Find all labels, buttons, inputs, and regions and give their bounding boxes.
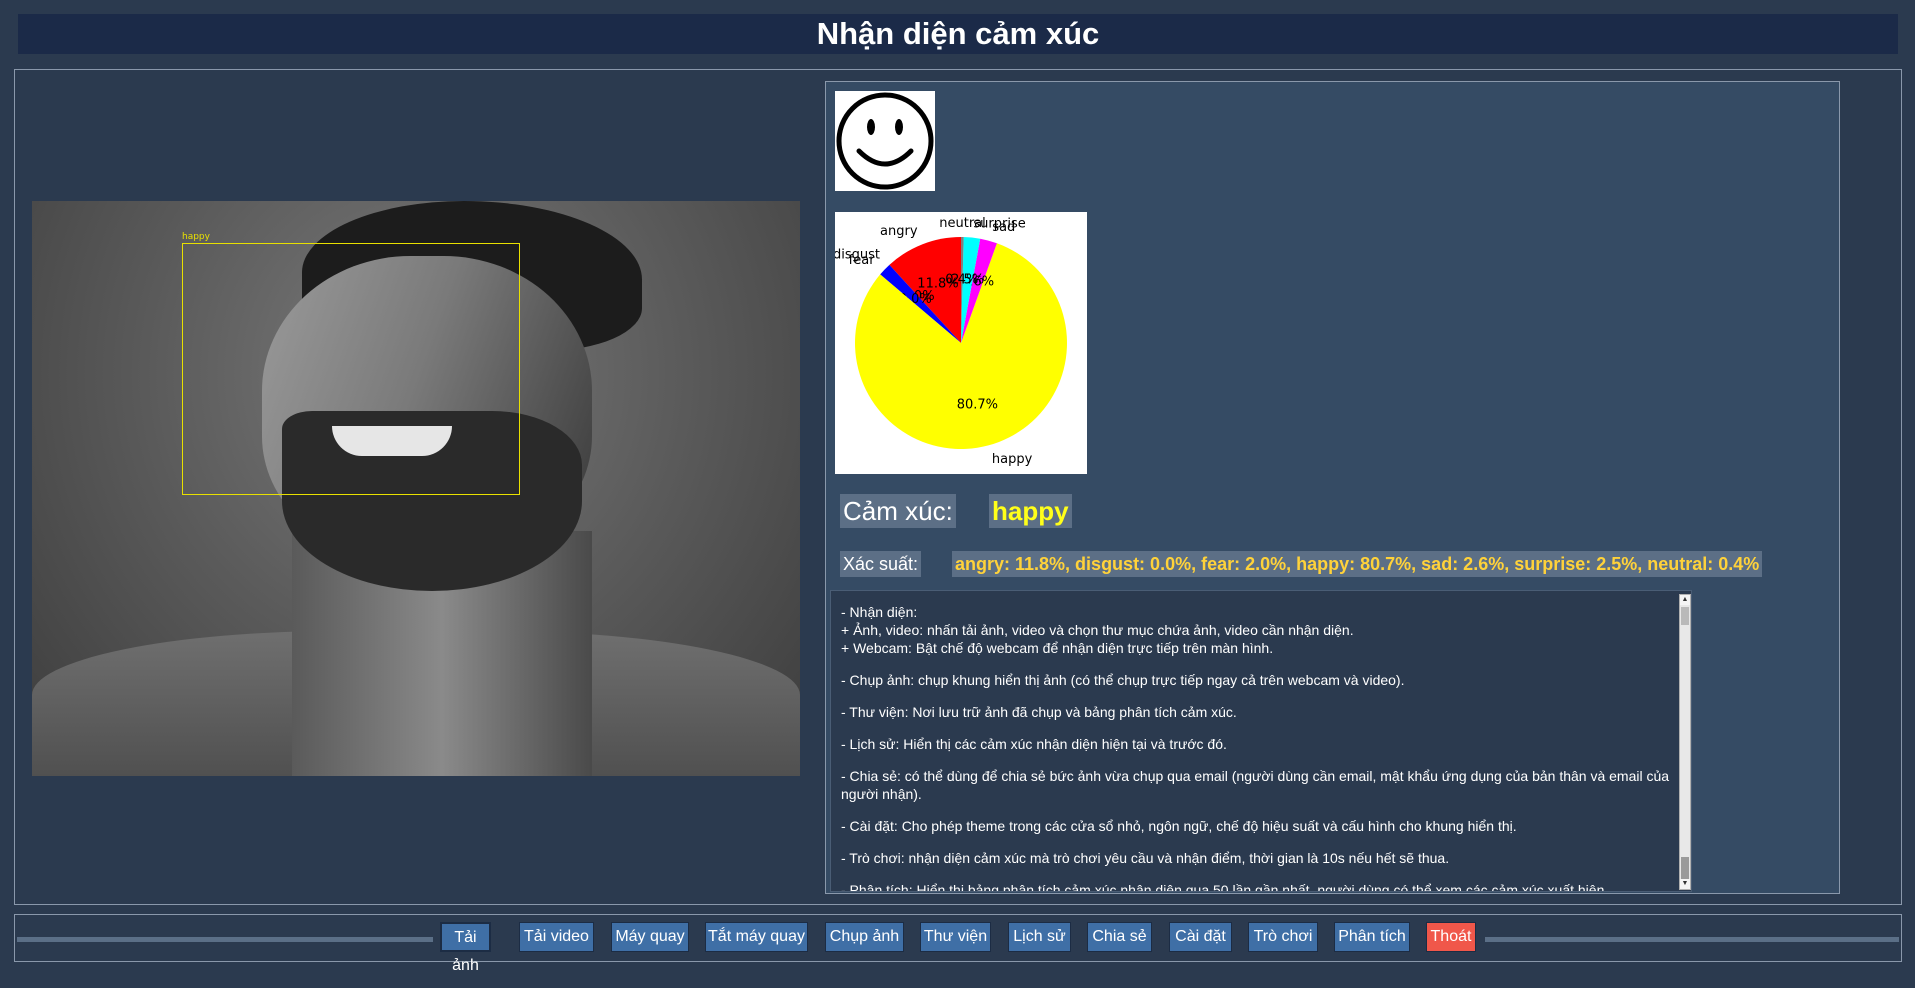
scroll-up-icon[interactable]: ▲	[1680, 595, 1690, 605]
library-button[interactable]: Thư viện	[920, 922, 991, 952]
game-button[interactable]: Trò chơi	[1248, 922, 1318, 952]
help-paragraph: - Trò chơi: nhận diện cảm xúc mà trò chơ…	[841, 850, 1450, 866]
pie-label-happy: happy	[992, 452, 1033, 467]
help-paragraph: - Lịch sử: Hiển thị các cảm xúc nhận diệ…	[841, 736, 1227, 752]
pie-label-neutral: neutral	[939, 216, 986, 231]
result-panel: angry11.8%disgust0.0%fear2.0%happy80.7%s…	[825, 81, 1840, 894]
help-paragraph: - Chia sẻ: có thể dùng để chia sẻ bức ản…	[841, 768, 1670, 802]
pie-pct-happy: 80.7%	[957, 397, 998, 412]
emotion-smiley-icon	[835, 91, 935, 191]
scroll-down-icon[interactable]: ▼	[1680, 879, 1690, 889]
scroll-thumb[interactable]	[1681, 857, 1689, 881]
help-paragraph: - Nhận diện: + Ảnh, video: nhấn tải ảnh,…	[841, 604, 1354, 656]
exit-button[interactable]: Thoát	[1426, 922, 1476, 952]
app-title: Nhận diện cảm xúc	[18, 14, 1898, 54]
capture-button[interactable]: Chụp ảnh	[825, 922, 904, 952]
help-paragraph: - Chụp ảnh: chụp khung hiển thị ảnh (có …	[841, 672, 1405, 688]
history-button[interactable]: Lịch sử	[1008, 922, 1071, 952]
help-paragraph: - Cài đặt: Cho phép theme trong các cửa …	[841, 818, 1517, 834]
emotion-label: Cảm xúc:	[840, 494, 956, 528]
help-scrollbar[interactable]: ▲ ▼	[1679, 594, 1691, 890]
camera-button[interactable]: Máy quay	[611, 922, 689, 952]
pie-label-angry: angry	[880, 224, 918, 239]
emotion-value: happy	[989, 494, 1072, 528]
help-paragraph: - Phân tích: Hiển thị bảng phân tích cảm…	[841, 882, 1605, 892]
load-video-button[interactable]: Tải video	[519, 922, 594, 952]
settings-button[interactable]: Cài đặt	[1169, 922, 1232, 952]
help-text-box[interactable]: - Nhận diện: + Ảnh, video: nhấn tải ảnh,…	[830, 590, 1692, 892]
pie-pct-neutral: 0.4%	[945, 272, 978, 287]
pie-label-fear: fear	[849, 253, 876, 268]
probability-label: Xác suất:	[840, 551, 922, 577]
face-detection-box	[182, 243, 520, 495]
probability-value: angry: 11.8%, disgust: 0.0%, fear: 2.0%,…	[952, 551, 1763, 577]
analysis-button[interactable]: Phân tích	[1334, 922, 1410, 952]
load-image-button[interactable]: Tải ảnh	[440, 922, 491, 974]
face-box-label: happy	[182, 232, 210, 242]
camera-off-button[interactable]: Tắt máy quay	[705, 922, 808, 952]
emotion-pie-chart: angry11.8%disgust0.0%fear2.0%happy80.7%s…	[833, 212, 1087, 474]
help-paragraph: - Thư viện: Nơi lưu trữ ảnh đã chụp và b…	[841, 704, 1237, 720]
share-button[interactable]: Chia sẻ	[1087, 922, 1152, 952]
display-image: happy	[32, 201, 800, 776]
